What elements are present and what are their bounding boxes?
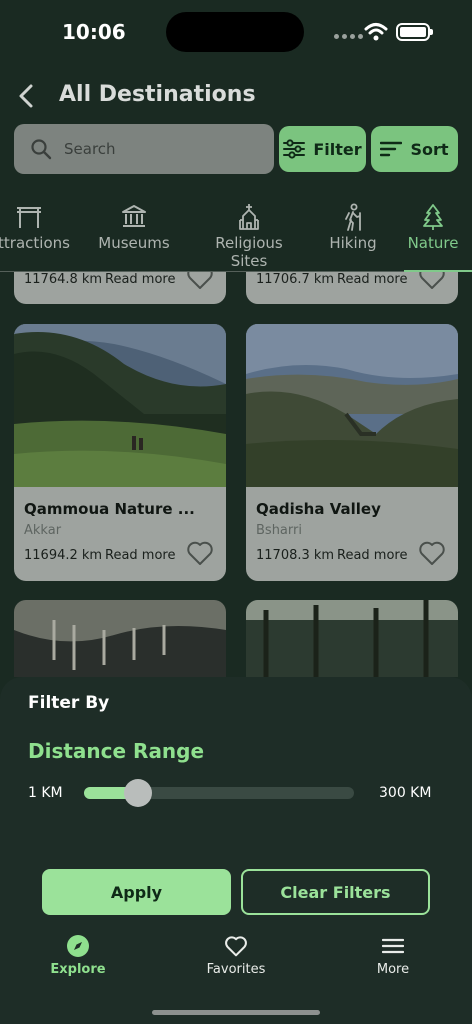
church-icon: [239, 204, 259, 230]
distance-range-heading: Distance Range: [28, 739, 205, 763]
slider-max-label: 300 KM: [379, 785, 432, 801]
read-more-link[interactable]: Read more: [337, 272, 407, 287]
destination-photo: [14, 324, 226, 487]
hiker-icon: [345, 203, 361, 231]
battery-icon: [396, 23, 433, 41]
card-distance: 11764.8 km: [24, 272, 103, 287]
back-arrow-icon[interactable]: [14, 80, 42, 112]
dynamic-island: [166, 12, 304, 52]
category-tabs: Attractions Museums Religious Sites: [0, 200, 472, 272]
sort-label: Sort: [410, 139, 449, 159]
filter-sheet-title: Filter By: [28, 693, 110, 713]
destination-card[interactable]: Qadisha Valley Bsharri 11708.3 km Read m…: [246, 324, 458, 581]
destination-card[interactable]: Qammoua Nature ... Akkar 11694.2 km Read…: [14, 324, 226, 581]
destination-photo: [246, 324, 458, 487]
slider-min-label: 1 KM: [28, 785, 63, 801]
tab-label: More: [376, 962, 410, 977]
read-more-link[interactable]: Read more: [105, 548, 175, 563]
sort-icon: [380, 141, 403, 157]
tab-label: Explore: [50, 962, 106, 977]
search-icon: [31, 139, 52, 160]
home-indicator: [152, 1010, 320, 1015]
clear-filters-button[interactable]: Clear Filters: [241, 869, 430, 915]
filter-button[interactable]: Filter: [279, 126, 366, 172]
museum-icon: [122, 205, 146, 227]
tab-label: Hiking: [329, 234, 377, 252]
tab-label: Attractions: [0, 234, 70, 252]
card-distance: 11708.3 km: [256, 548, 335, 563]
tab-hiking[interactable]: Hiking: [320, 200, 386, 266]
destination-photo: [246, 600, 458, 677]
sliders-icon: [283, 139, 306, 159]
tab-museums[interactable]: Museums: [94, 200, 174, 266]
distance-slider[interactable]: [84, 779, 354, 807]
tab-more[interactable]: More: [333, 930, 453, 977]
card-location: Bsharri: [256, 523, 302, 538]
status-time: 10:06: [62, 20, 126, 44]
tab-nature[interactable]: Nature: [404, 200, 462, 266]
tab-label: Favorites: [206, 962, 266, 977]
menu-icon: [382, 938, 404, 954]
heart-icon[interactable]: [186, 272, 214, 290]
heart-icon[interactable]: [186, 540, 214, 566]
gate-icon: [17, 207, 41, 228]
heart-icon[interactable]: [418, 272, 446, 290]
search-placeholder: Search: [64, 140, 116, 158]
signal-icon: [334, 34, 363, 39]
card-location: Akkar: [24, 523, 62, 538]
compass-icon: [67, 935, 89, 957]
sort-button[interactable]: Sort: [371, 126, 458, 172]
card-distance: 11694.2 km: [24, 548, 103, 563]
tab-favorites[interactable]: Favorites: [176, 930, 296, 977]
tab-attractions[interactable]: Attractions: [0, 200, 72, 266]
search-input[interactable]: Search: [14, 124, 274, 174]
card-title: Qammoua Nature ...: [24, 500, 195, 518]
heart-icon: [225, 936, 247, 957]
tab-label: Religious Sites: [215, 234, 283, 270]
destination-photo: [14, 600, 226, 677]
destination-card[interactable]: 11706.7 km Read more: [246, 272, 458, 304]
apply-button[interactable]: Apply: [42, 869, 231, 915]
card-distance: 11706.7 km: [256, 272, 335, 287]
wifi-icon: [364, 23, 388, 41]
tab-label: Nature: [407, 234, 459, 252]
tab-explore[interactable]: Explore: [18, 930, 138, 977]
slider-thumb[interactable]: [124, 779, 152, 807]
tree-icon: [423, 204, 443, 230]
heart-icon[interactable]: [418, 540, 446, 566]
status-bar: 10:06: [0, 0, 472, 66]
tab-religious-sites[interactable]: Religious Sites: [196, 200, 302, 270]
tab-label: Museums: [98, 234, 170, 252]
page-title: All Destinations: [59, 82, 256, 107]
card-title: Qadisha Valley: [256, 500, 381, 518]
read-more-link[interactable]: Read more: [337, 548, 407, 563]
read-more-link[interactable]: Read more: [105, 272, 175, 287]
destination-card[interactable]: 11764.8 km Read more: [14, 272, 226, 304]
filter-label: Filter: [313, 139, 362, 159]
header: All Destinations: [0, 74, 472, 118]
